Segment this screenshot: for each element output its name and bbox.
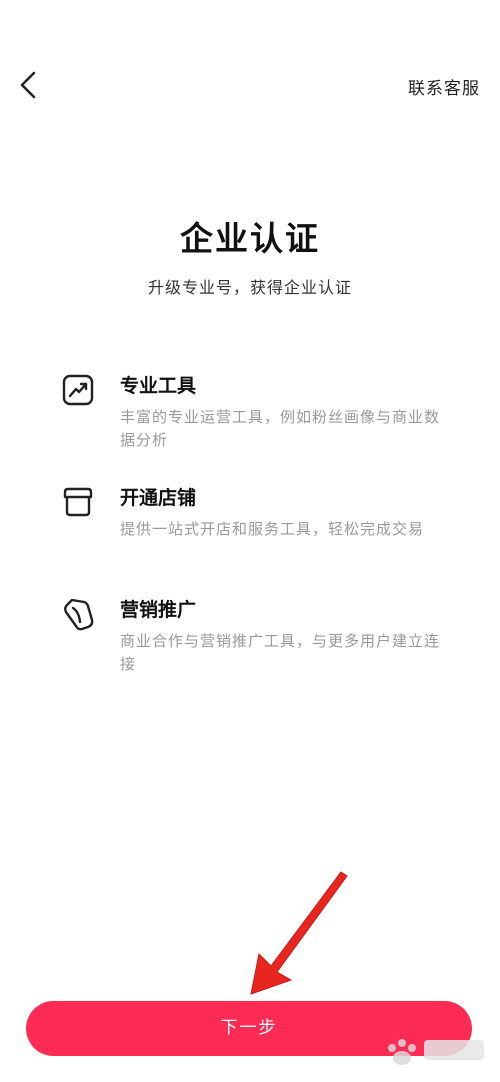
chevron-left-icon xyxy=(20,71,36,99)
contact-service-link[interactable]: 联系客服 xyxy=(408,74,480,99)
feature-item-pro-tools: 专业工具 丰富的专业运营工具，例如粉丝画像与商业数据分析 xyxy=(60,370,450,482)
trend-chart-icon xyxy=(60,372,96,408)
page-subtitle: 升级专业号，获得企业认证 xyxy=(147,278,352,297)
feature-title: 开通店铺 xyxy=(120,487,197,509)
feature-list: 专业工具 丰富的专业运营工具，例如粉丝画像与商业数据分析 开通店铺 提供一站式开… xyxy=(60,370,450,706)
top-bar: 联系客服 xyxy=(0,60,500,110)
store-icon xyxy=(60,484,96,520)
feature-description: 提供一站式开店和服务工具，轻松完成交易 xyxy=(120,520,425,538)
feature-title: 营销推广 xyxy=(120,599,197,621)
tag-icon xyxy=(60,596,96,632)
feature-title: 专业工具 xyxy=(120,375,197,397)
feature-item-marketing: 营销推广 商业合作与营销推广工具，与更多用户建立连接 xyxy=(60,594,450,706)
annotation-arrow-icon xyxy=(250,871,348,995)
back-button[interactable] xyxy=(12,68,46,102)
feature-description: 商业合作与营销推广工具，与更多用户建立连接 xyxy=(120,632,441,673)
feature-description: 丰富的专业运营工具，例如粉丝画像与商业数据分析 xyxy=(120,408,441,449)
page-title: 企业认证 xyxy=(180,219,320,258)
next-step-button[interactable]: 下一步 xyxy=(26,1001,472,1056)
hero-section: 企业认证 升级专业号，获得企业认证 xyxy=(0,216,500,298)
feature-item-open-store: 开通店铺 提供一站式开店和服务工具，轻松完成交易 xyxy=(60,482,450,594)
